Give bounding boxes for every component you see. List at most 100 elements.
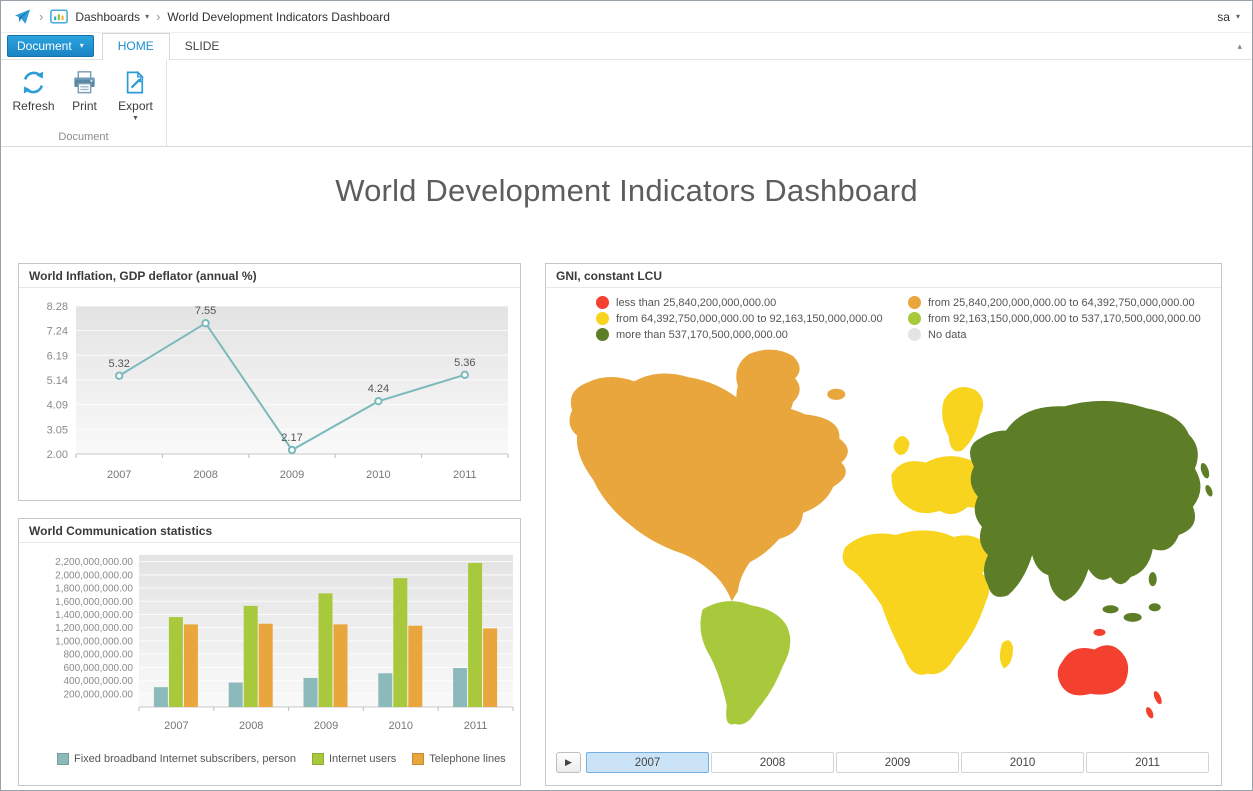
legend-swatch	[412, 753, 424, 765]
refresh-label: Refresh	[12, 99, 54, 113]
play-button[interactable]: ▶	[556, 752, 581, 773]
map-region-new-zealand[interactable]	[1152, 690, 1163, 705]
chevron-down-icon: ▾	[1236, 13, 1240, 21]
bar-series1-2008[interactable]	[244, 606, 258, 707]
ribbon-collapse-icon[interactable]: ▴	[1237, 41, 1242, 52]
map-region-iceland[interactable]	[827, 389, 845, 400]
app-logo-icon[interactable]	[13, 8, 32, 26]
y-tick-label: 1,000,000,000.00	[55, 636, 133, 647]
year-button-2008[interactable]: 2008	[711, 752, 834, 773]
legend-color-dot	[908, 296, 921, 309]
map-region-uk[interactable]	[894, 436, 910, 455]
map-legend-item: No data	[908, 328, 1221, 341]
map-region-africa[interactable]	[843, 530, 991, 674]
bar-series2-2010[interactable]	[408, 626, 422, 707]
legend-label: from 64,392,750,000,000.00 to 92,163,150…	[616, 313, 883, 325]
year-button-2010[interactable]: 2010	[961, 752, 1084, 773]
data-point[interactable]	[375, 398, 381, 404]
bar-series1-2011[interactable]	[468, 563, 482, 707]
map-region-madagascar[interactable]	[1000, 640, 1013, 668]
bar-series1-2010[interactable]	[393, 578, 407, 707]
document-menu-button[interactable]: Document ▾	[7, 35, 94, 57]
legend-color-dot	[596, 296, 609, 309]
legend-label: less than 25,840,200,000,000.00	[616, 297, 776, 309]
data-point[interactable]	[462, 372, 468, 378]
map-region-oceania[interactable]	[1093, 629, 1105, 636]
year-button-2007[interactable]: 2007	[586, 752, 709, 773]
tab-slide[interactable]: SLIDE	[170, 34, 235, 59]
breadcrumb-dashboards[interactable]: Dashboards ▾	[75, 10, 149, 24]
gni-world-map[interactable]	[552, 344, 1215, 738]
y-tick-label: 8.28	[47, 301, 68, 313]
y-tick-label: 7.24	[47, 326, 68, 338]
map-region-se-asia[interactable]	[1102, 605, 1118, 613]
dashboard-canvas: World Development Indicators Dashboard W…	[1, 147, 1252, 790]
y-tick-label: 4.09	[47, 400, 68, 412]
bar-series2-2007[interactable]	[184, 624, 198, 707]
refresh-button[interactable]: Refresh	[9, 65, 58, 117]
map-region-new-zealand[interactable]	[1145, 706, 1155, 719]
y-tick-label: 6.19	[47, 350, 68, 362]
map-region-japan[interactable]	[1204, 484, 1214, 497]
map-region-asia[interactable]	[970, 401, 1200, 601]
map-region-north-america[interactable]	[570, 374, 848, 602]
legend-label: from 25,840,200,000,000.00 to 64,392,750…	[928, 297, 1195, 309]
data-point[interactable]	[202, 320, 208, 326]
bar-series0-2007[interactable]	[154, 687, 168, 707]
bar-series1-2009[interactable]	[319, 593, 333, 707]
panel-gni-map: GNI, constant LCU less than 25,840,200,0…	[545, 263, 1222, 786]
bar-chart-legend: Fixed broadband Internet subscribers, pe…	[19, 748, 520, 765]
map-region-south-america[interactable]	[700, 601, 790, 724]
y-tick-label: 1,400,000,000.00	[55, 610, 133, 621]
data-point[interactable]	[289, 447, 295, 453]
bar-series2-2011[interactable]	[483, 628, 497, 707]
map-region-japan[interactable]	[1199, 462, 1211, 480]
top-bar: › Dashboards ▾ › World Development Indic…	[1, 1, 1252, 33]
map-region-australia[interactable]	[1058, 645, 1128, 695]
ribbon-tab-row: Document ▾ HOME SLIDE ▴	[1, 33, 1252, 59]
map-region-se-asia[interactable]	[1149, 572, 1157, 586]
bar-series2-2008[interactable]	[259, 624, 273, 707]
x-axis-label: 2010	[389, 720, 413, 732]
tab-home[interactable]: HOME	[102, 33, 170, 60]
legend-color-dot	[908, 312, 921, 325]
user-name: sa	[1217, 10, 1230, 24]
map-legend-item: more than 537,170,500,000,000.00	[596, 328, 904, 341]
chart-legend-item: Internet users	[312, 753, 396, 765]
map-region-se-asia[interactable]	[1124, 613, 1142, 622]
year-button-2011[interactable]: 2011	[1086, 752, 1209, 773]
play-icon: ▶	[565, 757, 572, 768]
y-tick-label: 2.00	[47, 449, 68, 461]
chevron-down-icon: ▾	[80, 42, 84, 50]
x-axis-label: 2009	[314, 720, 338, 732]
point-value-label: 4.24	[368, 383, 389, 395]
communication-bar-chart[interactable]: 200,000,000.00400,000,000.00600,000,000.…	[21, 547, 522, 743]
breadcrumb-dashboards-label: Dashboards	[75, 10, 140, 24]
breadcrumb-separator: ›	[156, 10, 160, 23]
bar-series0-2010[interactable]	[378, 673, 392, 707]
ribbon: Refresh Print	[1, 59, 1252, 147]
map-region-se-asia[interactable]	[1149, 603, 1161, 611]
data-point[interactable]	[116, 373, 122, 379]
x-axis-label: 2007	[164, 720, 188, 732]
bar-series0-2009[interactable]	[304, 678, 318, 707]
export-icon	[122, 69, 149, 96]
legend-label: Telephone lines	[429, 753, 505, 765]
inflation-line-chart[interactable]: 2.003.054.095.146.197.248.28200720082009…	[21, 292, 522, 500]
print-button[interactable]: Print	[60, 65, 109, 117]
bar-series2-2009[interactable]	[334, 624, 348, 707]
legend-color-dot	[596, 312, 609, 325]
year-button-2009[interactable]: 2009	[836, 752, 959, 773]
export-button[interactable]: Export ▼	[111, 65, 160, 126]
page-title: World Development Indicators Dashboard	[1, 173, 1252, 209]
bar-series0-2008[interactable]	[229, 683, 243, 707]
point-value-label: 2.17	[281, 432, 302, 444]
bar-series1-2007[interactable]	[169, 617, 183, 707]
map-legend-item: from 92,163,150,000,000.00 to 537,170,50…	[908, 312, 1221, 325]
bar-series0-2011[interactable]	[453, 668, 467, 707]
x-axis-label: 2009	[280, 469, 304, 481]
user-menu[interactable]: sa ▾	[1217, 10, 1240, 24]
legend-swatch	[57, 753, 69, 765]
y-tick-label: 1,600,000,000.00	[55, 597, 133, 608]
map-year-controls: ▶ 20072008200920102011	[556, 752, 1209, 773]
